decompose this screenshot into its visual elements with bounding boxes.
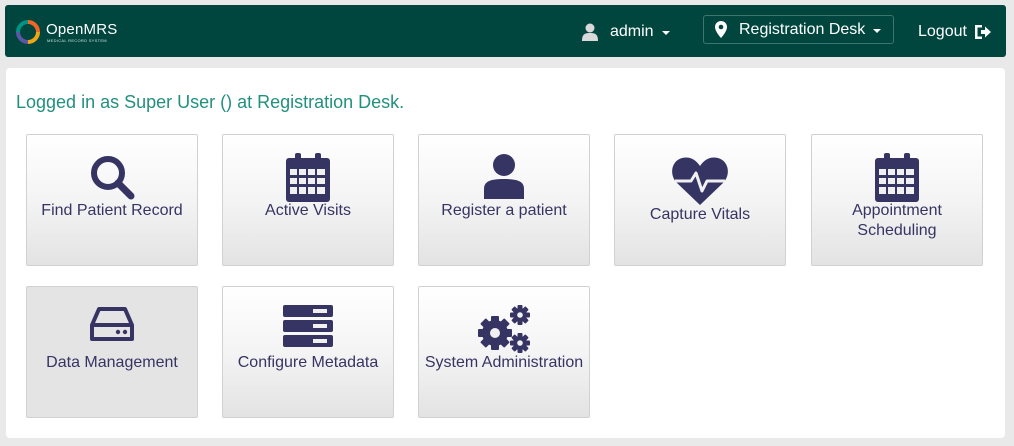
brand-name: OpenMRS [46,21,118,38]
logout-link[interactable]: Logout [918,21,992,43]
chevron-down-icon [661,31,670,35]
user-name: admin [610,23,654,40]
hdd-icon [90,307,134,341]
location-selector[interactable]: Registration Desk [703,15,894,44]
app-label: Appointment Scheduling [852,202,942,239]
app-register-patient[interactable]: Register a patient [418,134,590,266]
map-marker-icon [715,21,727,38]
app-label: Configure Metadata [237,354,379,371]
chevron-down-icon [873,28,882,33]
app-label: Data Management [46,354,178,371]
welcome-message: Logged in as Super User () at Registrati… [16,92,405,112]
app-find-patient-record[interactable]: Find Patient Record [26,134,198,266]
app-label: Register a patient [441,202,567,219]
app-label: Capture Vitals [649,206,751,223]
heart-pulse-icon [672,157,728,205]
top-header: OpenMRS MEDICAL RECORD SYSTEM admin Regi… [5,5,1006,57]
brand-tagline: MEDICAL RECORD SYSTEM [47,38,107,43]
calendar-icon [286,153,330,202]
user-menu[interactable]: admin [582,21,670,43]
app-label: Find Patient Record [41,202,183,219]
app-label: System Administration [424,354,584,371]
calendar-icon [875,153,919,202]
user-icon [484,154,524,199]
openmrs-logo[interactable]: OpenMRS MEDICAL RECORD SYSTEM [16,17,136,47]
search-icon [91,156,135,200]
app-active-visits[interactable]: Active Visits [222,134,394,266]
app-label: Active Visits [265,202,351,219]
user-icon [582,23,598,41]
main-content: Logged in as Super User () at Registrati… [6,68,1005,438]
openmrs-logo-icon [16,20,40,44]
logout-label: Logout [918,23,967,40]
app-appointment-scheduling[interactable]: Appointment Scheduling [811,134,983,266]
server-icon [283,305,333,347]
app-system-administration[interactable]: System Administration [418,286,590,418]
sign-out-icon [974,25,991,39]
gears-icon [478,305,530,353]
location-name: Registration Desk [739,20,866,38]
app-capture-vitals[interactable]: Capture Vitals [614,134,786,266]
app-data-management[interactable]: Data Management [26,286,198,418]
app-configure-metadata[interactable]: Configure Metadata [222,286,394,418]
